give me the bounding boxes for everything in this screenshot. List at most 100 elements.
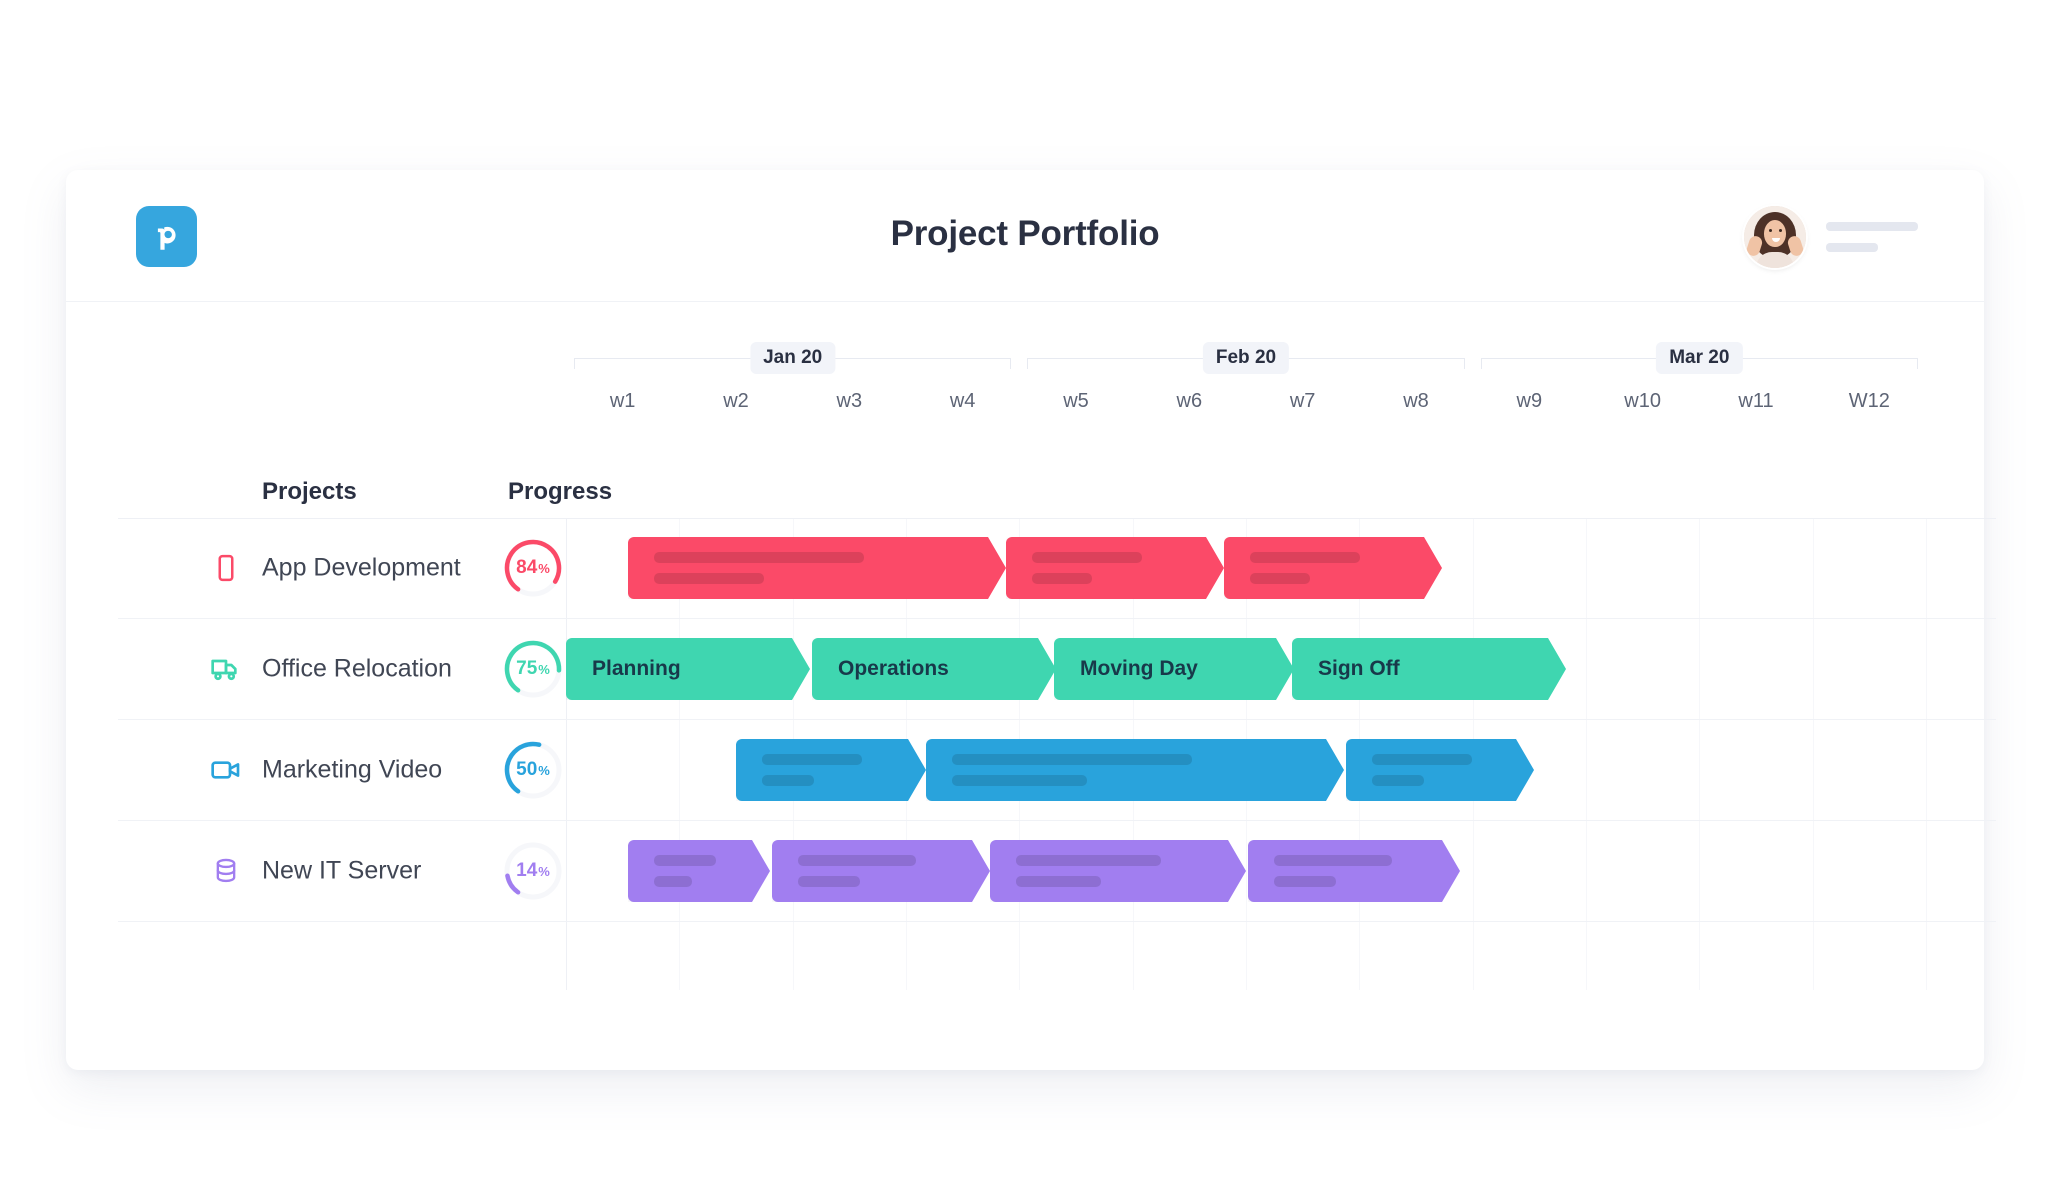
percent-symbol: % [538,863,550,879]
gantt-bar-label: Operations [838,657,949,680]
gantt-bar-label: Planning [592,657,681,680]
screenshot-root: Project Portfolio Jan 20 Feb 20 Mar 20 w… [0,0,2048,1180]
progress-donut: 84% [500,535,566,601]
gantt-bar[interactable] [990,840,1246,902]
gantt-bar-label: Moving Day [1080,657,1198,680]
gantt-bar[interactable]: Moving Day [1054,638,1294,700]
placeholder-line [1372,754,1472,765]
project-name: Marketing Video [262,755,443,784]
gantt-bar[interactable] [1006,537,1224,599]
project-name: App Development [262,553,461,582]
placeholder-line [1274,855,1392,866]
card-header: Project Portfolio [66,170,1984,302]
placeholder-line [798,855,916,866]
gantt-bar-placeholder-text [1250,552,1360,584]
month-label: Feb 20 [1202,342,1290,374]
percent-symbol: % [538,661,550,677]
mobile-phone-icon [210,552,242,584]
gantt-bar[interactable] [1346,739,1534,801]
progress-number: 84 [516,557,538,578]
week-tick-label: w2 [723,390,749,412]
placeholder-line [1032,552,1142,563]
avatar[interactable] [1744,206,1806,268]
gantt-bar-track [566,821,1996,921]
week-tick-label: w8 [1403,390,1429,412]
gantt-bar[interactable] [1248,840,1460,902]
percent-symbol: % [538,762,550,778]
placeholder-line [762,775,814,786]
gantt-bar-placeholder-text [762,754,862,786]
project-row[interactable]: New IT Server 14% [118,821,1996,922]
week-tick-label: w9 [1516,390,1543,412]
timeline-header: Jan 20 Feb 20 Mar 20 w1 w2 w3 w4 w5 w6 w7 w8 w9 w10 w… [566,302,1926,518]
gantt-bar[interactable]: Planning [566,638,810,700]
gantt-body: Jan 20 Feb 20 Mar 20 w1 w2 w3 w4 w5 w6 w7 w8 w9 w10 w… [66,302,1996,1070]
gantt-bar-placeholder-text [952,754,1192,786]
month-label: Mar 20 [1656,342,1743,374]
progress-number: 14 [516,860,538,881]
progress-number: 50 [516,759,538,780]
user-role-bar [1826,243,1878,252]
placeholder-line [952,754,1192,765]
progress-number: 75 [516,658,538,679]
progress-donut: 14% [500,838,566,904]
progress-value: 75% [500,636,566,702]
gantt-bar-track [566,518,1996,618]
gantt-bar[interactable]: Sign Off [1292,638,1566,700]
database-icon [210,855,242,887]
gantt-bar[interactable]: Operations [812,638,1056,700]
user-name-bar [1826,222,1918,231]
gantt-bar-track [566,720,1996,820]
week-tick-label: w1 [609,390,636,412]
month-group: Mar 20 [1480,334,1919,378]
column-header-projects: Projects [262,478,357,505]
progress-donut: 50% [500,737,566,803]
month-group: Feb 20 [1027,334,1465,378]
project-row[interactable]: Marketing Video 50% [118,720,1996,821]
column-header-progress: Progress [508,478,613,505]
gantt-bar-placeholder-text [654,855,716,887]
gantt-bar[interactable] [1224,537,1442,599]
placeholder-line [1016,855,1161,866]
percent-symbol: % [538,560,550,576]
placeholder-line [1274,876,1336,887]
gantt-bar[interactable] [926,739,1344,801]
video-camera-icon [210,754,242,786]
project-row[interactable]: App Development 84% [118,518,1996,619]
gantt-bar-placeholder-text [1372,754,1472,786]
gantt-bar-placeholder-text [1032,552,1142,584]
week-tick-label: w7 [1289,390,1316,412]
user-block[interactable] [1744,206,1918,268]
gantt-bar-placeholder-text [798,855,916,887]
placeholder-line [952,775,1087,786]
placeholder-line [1016,876,1101,887]
placeholder-line [1250,573,1310,584]
progress-value: 50% [500,737,566,803]
gantt-bar-placeholder-text [654,552,864,584]
week-tick-label: w4 [949,390,976,412]
week-tick-label: w10 [1624,390,1661,412]
placeholder-line [1250,552,1360,563]
page-title: Project Portfolio [890,214,1160,253]
project-name: Office Relocation [262,654,452,683]
placeholder-line [654,876,692,887]
gantt-bar-placeholder-text [1016,855,1161,887]
week-tick-label: w5 [1063,390,1089,412]
placeholder-line [654,552,864,563]
month-group: Jan 20 [574,334,1012,378]
gantt-bar[interactable] [736,739,926,801]
placeholder-line [654,855,716,866]
week-tick-label: w3 [836,390,863,412]
gantt-bar-placeholder-text [1274,855,1392,887]
progress-value: 84% [500,535,566,601]
week-tick-label: W12 [1848,390,1890,412]
gantt-bar[interactable] [628,537,1006,599]
project-row[interactable]: Office Relocation 75% Planning Operations Mo… [118,619,1996,720]
gantt-bar[interactable] [772,840,990,902]
week-tick-label: w6 [1176,390,1203,412]
placeholder-line [1372,775,1424,786]
gantt-bar-label: Sign Off [1318,657,1400,680]
week-tick-label: w11 [1738,390,1774,412]
gantt-bar[interactable] [628,840,770,902]
project-rows: App Development 84% Office Relocation 75% Pl… [118,518,1996,922]
